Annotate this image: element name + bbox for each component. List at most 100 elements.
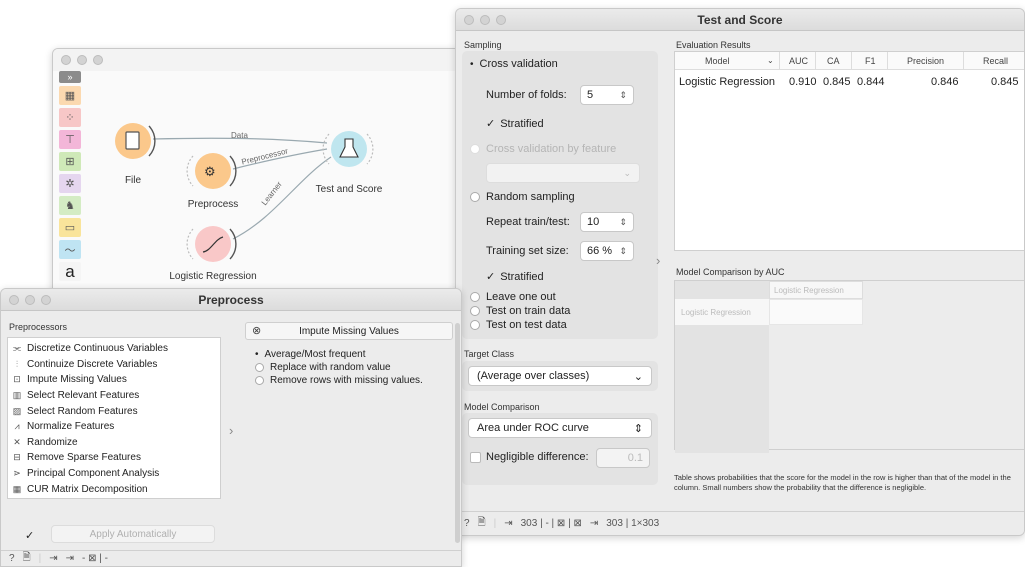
apply-button[interactable]: Apply Automatically: [51, 525, 215, 543]
impute-panel-title: Impute Missing Values: [299, 325, 399, 337]
list-item-label: CUR Matrix Decomposition: [27, 483, 148, 495]
evaluation-results-table: Model ⌄ AUC CA F1 Precision Recall Logis…: [674, 51, 1024, 251]
collapse-arrow-icon[interactable]: ›: [656, 253, 660, 268]
sampling-section-title: Sampling: [464, 40, 502, 50]
list-item[interactable]: ▦ CUR Matrix Decomposition: [8, 481, 220, 497]
radio-leave-one-out[interactable]: Leave one out: [470, 291, 556, 303]
workflow-links: ⚙: [115, 123, 374, 262]
list-item[interactable]: ✕ Randomize: [8, 435, 220, 451]
repeat-spinbox[interactable]: 10 ⇕: [580, 212, 634, 232]
feature-select[interactable]: ⌄: [486, 163, 640, 183]
comparison-by-auc-title: Model Comparison by AUC: [676, 267, 785, 277]
collapse-arrow-icon[interactable]: ›: [229, 423, 233, 438]
repeat-label: Repeat train/test:: [486, 216, 570, 228]
help-icon[interactable]: ?: [9, 553, 15, 564]
radio-test-on-train[interactable]: Test on train data: [470, 305, 570, 317]
chevron-down-icon: ⌄: [623, 167, 631, 178]
link-learner[interactable]: [232, 156, 332, 240]
model-comparison-select[interactable]: Area under ROC curve ⇕: [468, 418, 652, 438]
list-item-label: Normalize Features: [27, 421, 115, 433]
preprocessors-list: ⫘ Discretize Continuous Variables ⫶ Contin…: [7, 337, 221, 499]
list-item[interactable]: ⩘ Normalize Features: [8, 419, 220, 435]
stratified2-checkbox[interactable]: ✓ Stratified: [486, 270, 544, 284]
output-summary: 303 | 1×303: [606, 518, 660, 529]
file-icon: [125, 131, 140, 150]
comparison-footnote: Table shows probabilities that the score…: [674, 473, 1011, 492]
node-label-logistic-regression: Logistic Regression: [169, 271, 257, 282]
stepper-icon: ⇕: [633, 422, 643, 435]
scrollbar[interactable]: [455, 323, 460, 543]
radio-average-most-frequent[interactable]: • Average/Most frequent: [255, 349, 366, 360]
train-size-spinbox[interactable]: 66 % ⇕: [580, 241, 634, 261]
radio-cv-by-feature[interactable]: Cross validation by feature: [470, 143, 616, 155]
list-item[interactable]: ⋗ Principal Component Analysis: [8, 466, 220, 482]
list-item[interactable]: ▥ Select Relevant Features: [8, 388, 220, 404]
negligible-checkbox[interactable]: Negligible difference:: [470, 451, 589, 463]
sparse-icon: ⊟: [13, 452, 21, 463]
stepper-icon: ⇕: [619, 245, 627, 256]
list-item[interactable]: ⫶ Continuize Discrete Variables: [8, 357, 220, 373]
output-icon: ⇥: [65, 553, 74, 564]
repeat-value: 10: [587, 216, 600, 228]
target-class-value: (Average over classes): [477, 370, 590, 382]
negligible-label: Negligible difference:: [486, 451, 589, 463]
radio-label: Cross validation: [479, 58, 558, 70]
col-header-ca[interactable]: CA: [827, 56, 840, 66]
radio-label: Average/Most frequent: [264, 349, 366, 360]
comparison-table: Logistic Regression Logistic Regression: [674, 280, 1024, 453]
list-item[interactable]: ▨ Select Random Features: [8, 403, 220, 419]
pca-icon: ⋗: [13, 468, 21, 479]
report-icon[interactable]: 🗎: [478, 515, 486, 532]
col-header-f1[interactable]: F1: [865, 56, 876, 66]
node-label-preprocess: Preprocess: [187, 199, 239, 210]
sort-chevron-icon[interactable]: ⌄: [767, 56, 774, 65]
comparison-col-header: Logistic Regression: [769, 281, 863, 299]
stepper-icon: ⇕: [619, 216, 627, 227]
radio-test-on-test[interactable]: Test on test data: [470, 319, 567, 331]
radio-random-sampling[interactable]: Random sampling: [470, 191, 575, 203]
radio-remove-rows[interactable]: Remove rows with missing values.: [255, 375, 423, 386]
radio-random-value[interactable]: Replace with random value: [255, 362, 391, 373]
train-size-value: 66 %: [587, 245, 613, 257]
close-icon[interactable]: ⊗: [252, 324, 261, 337]
target-class-select[interactable]: (Average over classes) ⌄: [468, 366, 652, 386]
radio-label: Random sampling: [486, 191, 575, 203]
radio-label: Test on test data: [486, 319, 567, 331]
list-item-label: Impute Missing Values: [27, 374, 127, 386]
list-item[interactable]: ⊟ Remove Sparse Features: [8, 450, 220, 466]
link-label-data: Data: [231, 131, 248, 140]
report-icon[interactable]: 🗎: [23, 550, 31, 566]
radio-cross-validation[interactable]: • Cross validation: [470, 58, 558, 70]
model-comparison-title: Model Comparison: [464, 402, 540, 412]
col-header-model[interactable]: Model: [705, 56, 730, 66]
cur-icon: ▦: [12, 483, 22, 494]
col-header-auc[interactable]: AUC: [789, 56, 808, 66]
list-item[interactable]: ⊡ Impute Missing Values: [8, 372, 220, 388]
folds-label: Number of folds:: [486, 89, 567, 101]
folds-spinbox[interactable]: 5 ⇕: [580, 85, 634, 105]
cell-precision: 0.846: [931, 76, 959, 88]
folds-value: 5: [587, 89, 594, 101]
list-item[interactable]: ⫘ Discretize Continuous Variables: [8, 341, 220, 357]
checkmark-icon: ✓: [486, 118, 496, 130]
model-comparison-value: Area under ROC curve: [477, 422, 589, 434]
stratified-checkbox[interactable]: ✓ Stratified: [486, 117, 544, 131]
preprocess-titlebar: Preprocess: [1, 289, 461, 311]
cell-f1: 0.844: [857, 76, 885, 88]
cell-auc: 0.910: [789, 76, 817, 88]
checkmark-icon: ✓: [486, 271, 496, 283]
col-header-precision[interactable]: Precision: [907, 56, 944, 66]
negligible-input[interactable]: 0.1: [596, 448, 650, 468]
apply-automatically-checkbox[interactable]: ✓: [25, 529, 34, 542]
chevron-down-icon: ⌄: [633, 370, 643, 383]
input-summary: 303 | - | ⊠ | ⊠: [520, 518, 582, 529]
window-title: Test and Score: [697, 13, 783, 27]
cell-model[interactable]: Logistic Regression: [679, 76, 775, 88]
help-icon[interactable]: ?: [464, 518, 470, 529]
comparison-cell: [769, 299, 863, 325]
col-header-recall[interactable]: Recall: [983, 56, 1008, 66]
checkbox-label: Stratified: [500, 117, 544, 130]
cell-recall: 0.845: [991, 76, 1019, 88]
preprocess-window: Preprocess Preprocessors ⫘ Discretize Con…: [0, 288, 462, 567]
test-and-score-titlebar: Test and Score: [456, 9, 1024, 31]
